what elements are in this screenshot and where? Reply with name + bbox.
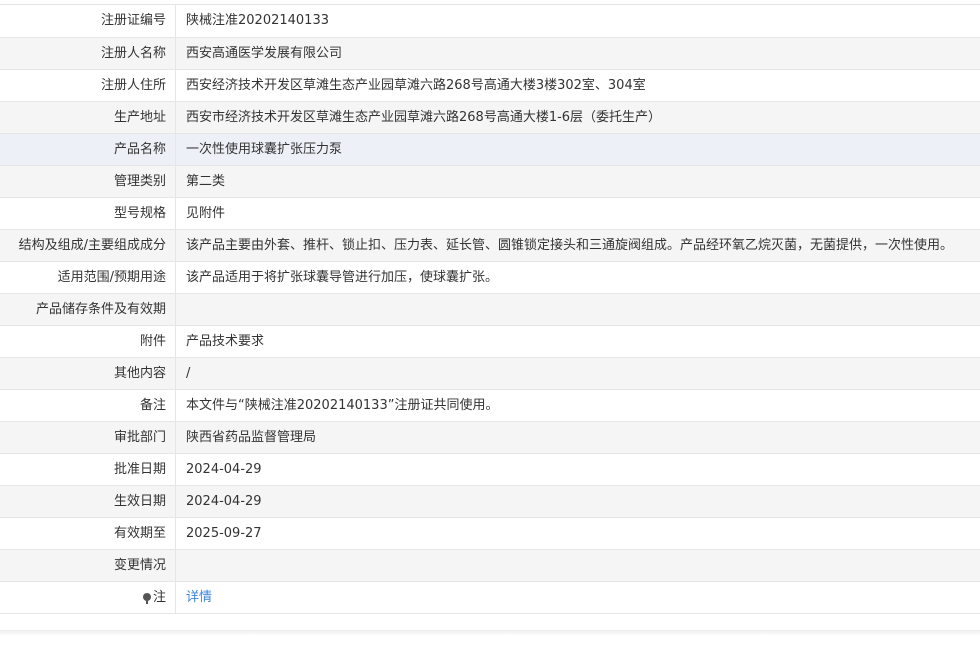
field-label: 生效日期: [0, 485, 176, 518]
table-row: 有效期至 2025-09-27: [0, 517, 980, 550]
field-label: 结构及组成/主要组成成分: [0, 229, 176, 262]
table-row: 产品储存条件及有效期: [0, 293, 980, 326]
note-label-cell: 注: [0, 581, 176, 614]
table-row: 注册人住所 西安经济技术开发区草滩生态产业园草滩六路268号高通大楼3楼302室…: [0, 69, 980, 102]
field-label: 审批部门: [0, 421, 176, 454]
field-value: 西安市经济技术开发区草滩生态产业园草滩六路268号高通大楼1-6层（委托生产）: [175, 101, 980, 134]
table-row: 批准日期 2024-04-29: [0, 453, 980, 486]
table-row: 型号规格 见附件: [0, 197, 980, 230]
table-row: 其他内容 /: [0, 357, 980, 390]
field-label: 产品储存条件及有效期: [0, 293, 176, 326]
table-row: 注册证编号 陕械注准20202140133: [0, 5, 980, 38]
field-label: 型号规格: [0, 197, 176, 230]
field-value: [175, 549, 980, 582]
field-value: 见附件: [175, 197, 980, 230]
field-value: 陕械注准20202140133: [175, 5, 980, 38]
field-value: 该产品适用于将扩张球囊导管进行加压，使球囊扩张。: [175, 261, 980, 294]
field-label: 管理类别: [0, 165, 176, 198]
table-row: 适用范围/预期用途 该产品适用于将扩张球囊导管进行加压，使球囊扩张。: [0, 261, 980, 294]
table-row: 管理类别 第二类: [0, 165, 980, 198]
field-value: 一次性使用球囊扩张压力泵: [175, 133, 980, 166]
registration-detail-table: 注册证编号 陕械注准20202140133 注册人名称 西安高通医学发展有限公司…: [0, 5, 980, 614]
field-value: 该产品主要由外套、推杆、锁止扣、压力表、延长管、圆锥锁定接头和三通旋阀组成。产品…: [175, 229, 980, 262]
field-label: 注册证编号: [0, 5, 176, 38]
table-row: 结构及组成/主要组成成分 该产品主要由外套、推杆、锁止扣、压力表、延长管、圆锥锁…: [0, 229, 980, 262]
field-value: 第二类: [175, 165, 980, 198]
field-value: 2025-09-27: [175, 517, 980, 550]
field-value: 陕西省药品监督管理局: [175, 421, 980, 454]
detail-table-wrapper: 注册证编号 陕械注准20202140133 注册人名称 西安高通医学发展有限公司…: [0, 4, 980, 614]
table-row: 备注 本文件与“陕械注准20202140133”注册证共同使用。: [0, 389, 980, 422]
field-label: 有效期至: [0, 517, 176, 550]
field-label: 注册人名称: [0, 37, 176, 70]
field-label: 备注: [0, 389, 176, 422]
table-row-note: 注 详情: [0, 581, 980, 614]
table-row: 产品名称 一次性使用球囊扩张压力泵: [0, 133, 980, 166]
table-row: 生效日期 2024-04-29: [0, 485, 980, 518]
pin-icon: [142, 592, 151, 604]
field-label: 注册人住所: [0, 69, 176, 102]
field-value: 西安经济技术开发区草滩生态产业园草滩六路268号高通大楼3楼302室、304室: [175, 69, 980, 102]
table-row: 审批部门 陕西省药品监督管理局: [0, 421, 980, 454]
field-value: /: [175, 357, 980, 390]
field-value: 本文件与“陕械注准20202140133”注册证共同使用。: [175, 389, 980, 422]
page-bottom-divider: [0, 630, 980, 636]
details-link[interactable]: 详情: [186, 590, 212, 605]
field-label: 批准日期: [0, 453, 176, 486]
field-label: 附件: [0, 325, 176, 358]
table-row: 变更情况: [0, 549, 980, 582]
field-label: 产品名称: [0, 133, 176, 166]
table-row: 注册人名称 西安高通医学发展有限公司: [0, 37, 980, 70]
field-label: 变更情况: [0, 549, 176, 582]
field-label: 生产地址: [0, 101, 176, 134]
field-value: [175, 293, 980, 326]
note-label: 注: [152, 589, 166, 605]
table-row: 附件 产品技术要求: [0, 325, 980, 358]
note-value-cell: 详情: [175, 581, 980, 614]
table-row: 生产地址 西安市经济技术开发区草滩生态产业园草滩六路268号高通大楼1-6层（委…: [0, 101, 980, 134]
field-value: 2024-04-29: [175, 453, 980, 486]
field-value: 2024-04-29: [175, 485, 980, 518]
field-label: 其他内容: [0, 357, 176, 390]
field-value: 西安高通医学发展有限公司: [175, 37, 980, 70]
field-label: 适用范围/预期用途: [0, 261, 176, 294]
field-value: 产品技术要求: [175, 325, 980, 358]
